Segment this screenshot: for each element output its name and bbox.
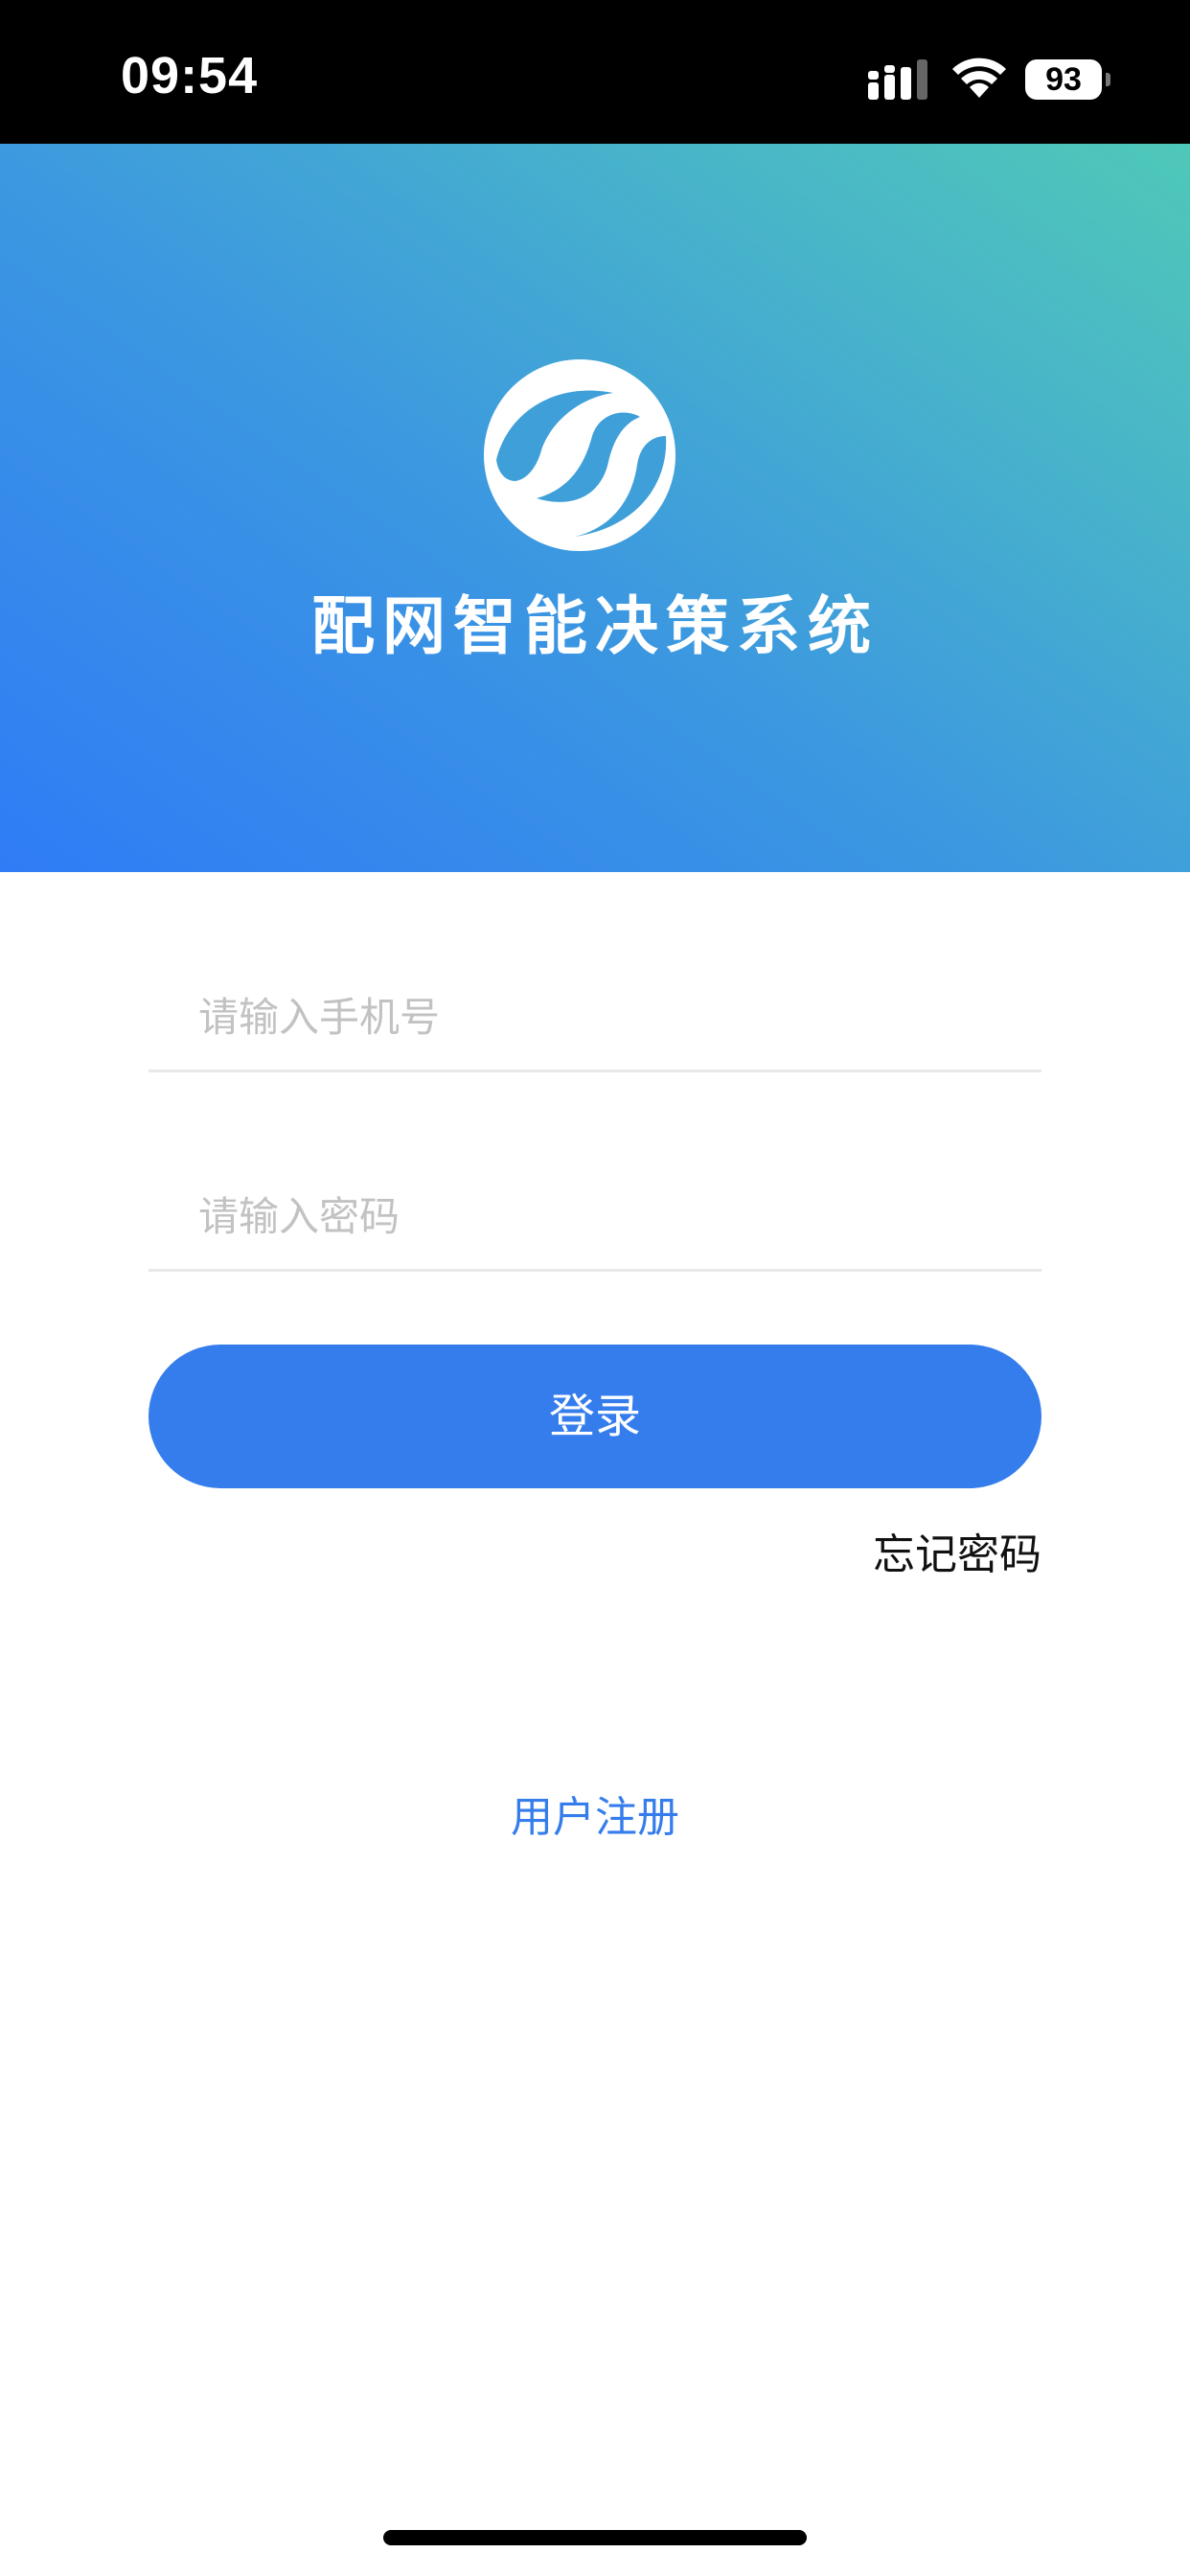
battery-tip [1106, 73, 1110, 86]
status-time: 09:54 [121, 47, 259, 104]
phone-field [149, 964, 1041, 1072]
login-button[interactable]: 登录 [149, 1345, 1041, 1488]
wifi-icon [952, 58, 1006, 98]
password-field [149, 1163, 1041, 1272]
forgot-password-link[interactable]: 忘记密码 [873, 1520, 1041, 1581]
register-link[interactable]: 用户注册 [0, 1782, 1190, 1844]
app-title: 配网智能决策系统 [311, 589, 879, 663]
app-logo-icon [484, 359, 675, 551]
signal-icon [868, 59, 927, 100]
battery-icon: 93 [1025, 59, 1102, 100]
password-input[interactable] [198, 1163, 1022, 1269]
phone-input[interactable] [198, 964, 1022, 1070]
status-bar: 09:54 93 [0, 0, 1190, 144]
home-indicator[interactable] [383, 2530, 807, 2545]
